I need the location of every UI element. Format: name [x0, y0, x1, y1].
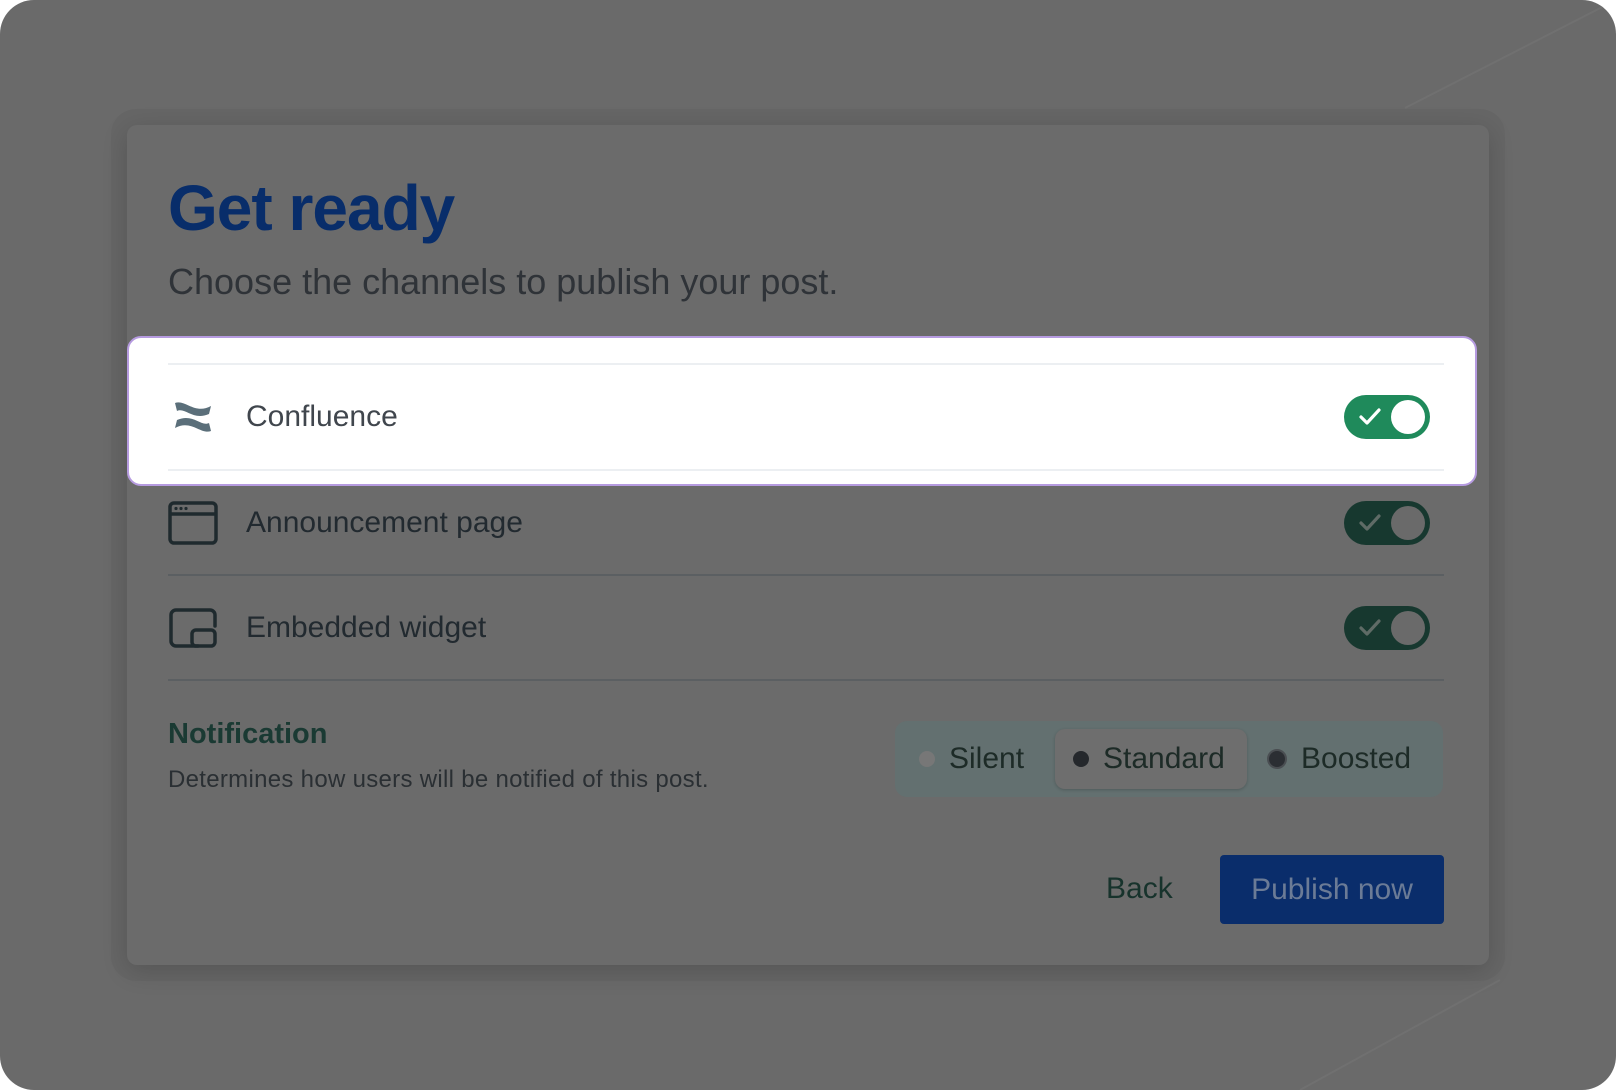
dialog-title: Get ready [168, 172, 455, 244]
radio-dot-icon [1267, 749, 1287, 769]
option-label: Boosted [1301, 742, 1412, 775]
channel-label: Announcement page [246, 506, 523, 539]
row-divider [168, 469, 1444, 471]
publish-now-button[interactable]: Publish now [1220, 855, 1444, 924]
radio-dot-icon [919, 751, 935, 767]
channel-row-announcement-page: Announcement page [168, 471, 1444, 575]
announcement-page-toggle[interactable] [1344, 501, 1430, 545]
confluence-logo-icon [168, 392, 218, 442]
row-divider [168, 679, 1444, 681]
notification-description: Determines how users will be notified of… [168, 766, 709, 793]
toggle-knob [1391, 400, 1425, 434]
channel-row-confluence: Confluence [168, 365, 1444, 469]
check-icon [1359, 619, 1381, 636]
radio-dot-icon [1073, 751, 1089, 767]
channel-label: Embedded widget [246, 611, 487, 644]
notification-title: Notification [168, 718, 328, 750]
option-label: Standard [1103, 742, 1225, 775]
embedded-widget-icon [168, 603, 218, 653]
screen-overlay: Get ready Choose the channels to publish… [0, 0, 1616, 1090]
notification-level-selector: Silent Standard Boosted [895, 721, 1443, 797]
notification-option-standard[interactable]: Standard [1055, 729, 1247, 789]
channel-row-embedded-widget: Embedded widget [168, 576, 1444, 680]
channel-label: Confluence [246, 400, 398, 433]
dialog-subtitle: Choose the channels to publish your post… [168, 261, 839, 302]
browser-window-icon [168, 498, 218, 548]
toggle-knob [1391, 506, 1425, 540]
check-icon [1359, 514, 1381, 531]
confluence-toggle[interactable] [1344, 395, 1430, 439]
back-button[interactable]: Back [1102, 855, 1177, 923]
embedded-widget-toggle[interactable] [1344, 606, 1430, 650]
notification-option-boosted[interactable]: Boosted [1267, 729, 1411, 789]
toggle-knob [1391, 611, 1425, 645]
notification-option-silent[interactable]: Silent [919, 729, 1024, 789]
option-label: Silent [949, 742, 1025, 775]
check-icon [1359, 408, 1381, 425]
